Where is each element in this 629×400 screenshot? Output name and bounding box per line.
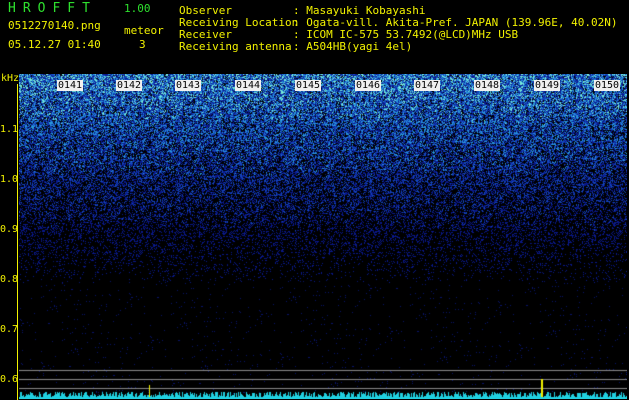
file-name: 0512270140.png [8, 19, 101, 32]
time-tick-label: 0143 [175, 80, 202, 91]
time-tick-label: 0145 [295, 80, 322, 91]
freq-tick-label: 0.7 [0, 324, 19, 335]
freq-tick-label: 0.8 [0, 274, 19, 285]
time-tick-label: 0146 [355, 80, 382, 91]
info-value: : A504HB(yagi 4el) [293, 40, 413, 53]
time-tick-label: 0141 [57, 80, 84, 91]
time-tick-label: 0144 [235, 80, 262, 91]
time-tick-label: 0149 [534, 80, 561, 91]
freq-tick-label: 0.6 [0, 374, 19, 385]
capture-datetime: 05.12.27 01:40 [8, 38, 101, 51]
time-tick-label: 0148 [474, 80, 501, 91]
spectrogram [19, 74, 627, 399]
time-tick-label: 0147 [414, 80, 441, 91]
info-key: Receiving antenna [179, 40, 292, 53]
meteor-count-value: 3 [139, 38, 146, 51]
freq-tick-label: 0.9 [0, 224, 19, 235]
freq-tick-label: 1.0 [0, 174, 19, 185]
time-tick-label: 0142 [116, 80, 143, 91]
freq-tick-label: 1.1 [0, 124, 19, 135]
app-version: 1.00 [124, 2, 151, 15]
info-antenna: Receiving antenna: A504HB(yagi 4el) [179, 40, 412, 53]
app-title: HROFFT [8, 1, 97, 16]
meteor-count-label: meteor [124, 24, 164, 37]
time-tick-label: 0150 [594, 80, 621, 91]
frequency-unit-label: kHz [1, 73, 20, 84]
